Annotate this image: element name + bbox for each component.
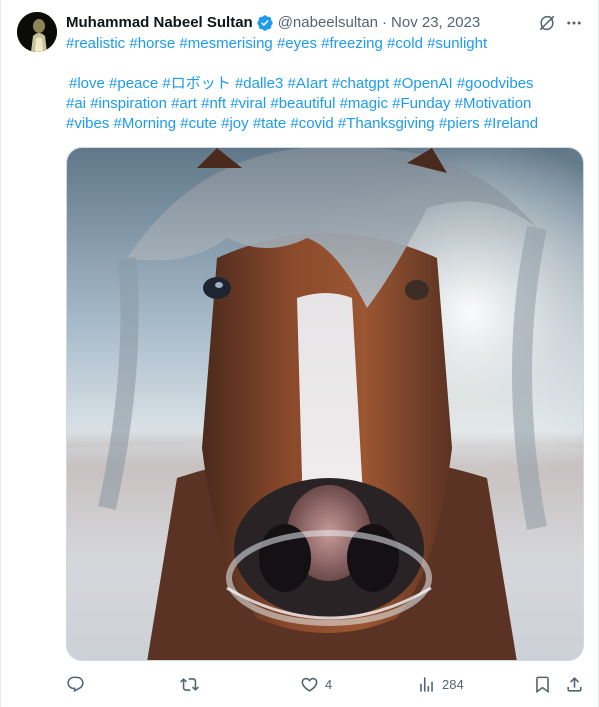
reply-icon xyxy=(67,676,84,692)
hashtag-link[interactable]: #cute xyxy=(180,115,217,132)
header-separator: · xyxy=(382,14,388,31)
hashtag-link[interactable]: #cold xyxy=(387,35,423,52)
grok-icon[interactable] xyxy=(536,12,558,34)
hashtag-link[interactable]: #vibes xyxy=(66,115,109,132)
hashtag-link[interactable]: #sunlight xyxy=(427,35,487,52)
views-icon xyxy=(420,676,433,692)
views-count: 284 xyxy=(442,676,464,692)
author-handle[interactable]: @nabeelsultan xyxy=(278,13,378,33)
hashtag-link[interactable]: #dalle3 xyxy=(235,75,283,92)
tweet-text-line: #ai #inspiration #art #nft #viral #beaut… xyxy=(66,94,586,114)
hashtag-link[interactable]: #horse xyxy=(129,35,175,52)
hashtag-link[interactable]: #joy xyxy=(221,115,249,132)
bookmark-icon xyxy=(536,676,549,693)
tweet-text-line: #love #peace #ロボット #dalle3 #AIart #chatg… xyxy=(66,74,586,94)
hashtag-link[interactable]: #tate xyxy=(253,115,286,132)
bookmark-button[interactable] xyxy=(533,670,552,698)
like-count: 4 xyxy=(325,676,333,692)
hashtag-link[interactable]: #magic xyxy=(340,95,388,112)
hashtag-link[interactable]: #ai xyxy=(66,95,86,112)
tweet-text-line: #vibes #Morning #cute #joy #tate #covid … xyxy=(66,114,586,134)
hashtag-link[interactable]: #AIart xyxy=(288,75,328,92)
tweet-date[interactable]: Nov 23, 2023 xyxy=(391,13,480,33)
hashtag-link[interactable]: #nft xyxy=(201,95,226,112)
hashtag-link[interactable]: #Morning xyxy=(114,115,177,132)
hashtag-link[interactable]: #goodvibes xyxy=(457,75,534,92)
tweet-action-bar: 4 284 xyxy=(66,670,586,698)
hashtag-link[interactable]: #mesmerising xyxy=(179,35,272,52)
share-button[interactable] xyxy=(565,670,584,698)
like-button[interactable]: 4 xyxy=(300,670,332,698)
hashtag-link[interactable]: #beautiful xyxy=(270,95,335,112)
tweet-header: Muhammad Nabeel Sultan @nabeelsultan · N… xyxy=(66,13,480,33)
hashtag-link[interactable]: #Thanksgiving xyxy=(338,115,435,132)
hashtag-link[interactable]: #art xyxy=(171,95,197,112)
share-icon xyxy=(567,676,582,692)
hashtag-link[interactable]: #covid xyxy=(290,115,333,132)
retweet-icon xyxy=(180,677,199,691)
tweet-card[interactable]: Muhammad Nabeel Sultan @nabeelsultan · N… xyxy=(0,0,599,707)
verified-badge-icon[interactable] xyxy=(256,14,274,32)
avatar[interactable] xyxy=(17,12,57,52)
more-icon[interactable] xyxy=(563,12,585,34)
hashtag-link[interactable]: #realistic xyxy=(66,35,125,52)
tweet-media-image[interactable] xyxy=(66,147,584,661)
hashtag-link[interactable]: #love xyxy=(69,75,105,92)
author-display-name[interactable]: Muhammad Nabeel Sultan xyxy=(66,13,253,33)
avatar-image xyxy=(17,12,57,52)
hashtag-link[interactable]: #OpenAI xyxy=(393,75,452,92)
hashtag-link[interactable]: #Ireland xyxy=(484,115,538,132)
reply-button[interactable] xyxy=(66,670,91,698)
retweet-button[interactable] xyxy=(180,670,205,698)
hashtag-link[interactable]: #viral xyxy=(230,95,266,112)
tweet-text: #realistic #horse #mesmerising #eyes #fr… xyxy=(66,34,586,134)
hashtag-link[interactable]: #chatgpt xyxy=(332,75,390,92)
hashtag-link[interactable]: #peace xyxy=(109,75,158,92)
tweet-text-line: #realistic #horse #mesmerising #eyes #fr… xyxy=(66,34,586,54)
hashtag-link[interactable]: #ロボット xyxy=(162,75,230,92)
hashtag-link[interactable]: #freezing xyxy=(321,35,383,52)
views-button[interactable]: 284 xyxy=(417,670,464,698)
hashtag-link[interactable]: #Motivation xyxy=(455,95,532,112)
hashtag-link[interactable]: #Funday xyxy=(392,95,450,112)
heart-icon xyxy=(301,677,318,692)
hashtag-link[interactable]: #eyes xyxy=(277,35,317,52)
hashtag-link[interactable]: #piers xyxy=(439,115,480,132)
horse-photo xyxy=(67,148,583,660)
hashtag-link[interactable]: #inspiration xyxy=(90,95,167,112)
